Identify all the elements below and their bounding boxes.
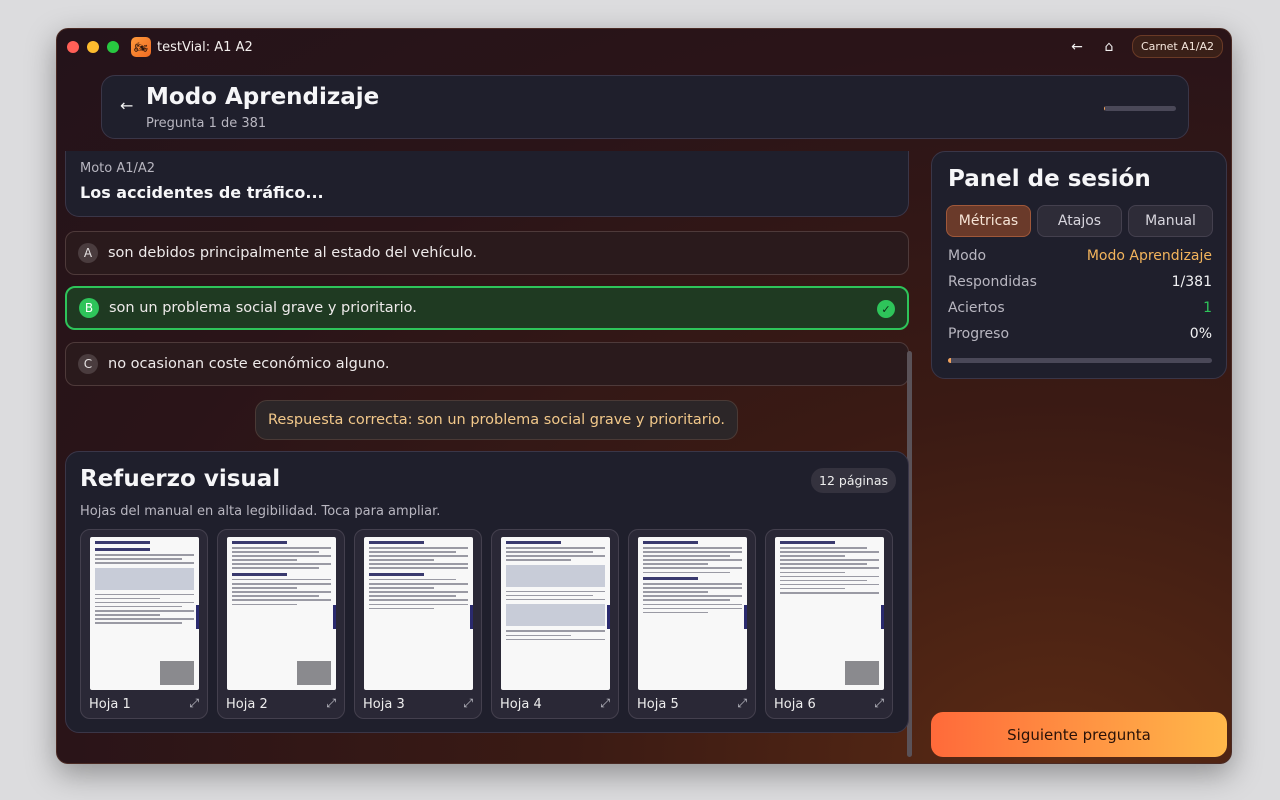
visual-title: Refuerzo visual — [80, 466, 281, 492]
answer-feedback: Respuesta correcta: son un problema soci… — [255, 400, 738, 440]
manual-sheet-thumb[interactable]: Hoja 2 ⤢ — [217, 529, 345, 719]
back-button[interactable]: ← — [120, 96, 133, 115]
metric-value: 0% — [1189, 326, 1212, 342]
sheet-label: Hoja 1 — [89, 697, 131, 712]
metric-label: Modo — [948, 248, 987, 264]
metric-label: Respondidas — [948, 274, 1037, 290]
home-icon[interactable]: ⌂ — [1100, 39, 1118, 55]
manual-page-preview — [227, 537, 336, 690]
option-text: son debidos principalmente al estado del… — [108, 245, 477, 261]
close-window-button[interactable] — [67, 41, 79, 53]
maximize-window-button[interactable] — [107, 41, 119, 53]
manual-page-preview — [638, 537, 747, 690]
motorcycle-icon: 🏍 — [131, 37, 151, 57]
metric-label: Progreso — [948, 326, 1010, 342]
option-letter: B — [79, 298, 99, 318]
metric-value: Modo Aprendizaje — [1086, 248, 1212, 264]
manual-page-preview — [775, 537, 884, 690]
expand-icon: ⤢ — [463, 696, 473, 710]
titlebar: 🏍 testVial: A1 A2 ← ⌂ Carnet A1/A2 — [57, 29, 1231, 65]
expand-icon: ⤢ — [600, 696, 610, 710]
tab-manual[interactable]: Manual — [1128, 205, 1213, 237]
question-card: Moto A1/A2 Los accidentes de tráfico... — [65, 151, 909, 217]
app-window: 🏍 testVial: A1 A2 ← ⌂ Carnet A1/A2 ← Mod… — [56, 28, 1232, 764]
expand-icon: ⤢ — [737, 696, 747, 710]
sheet-label: Hoja 6 — [774, 697, 816, 712]
answer-option-a[interactable]: A son debidos principalmente al estado d… — [65, 231, 909, 275]
session-progress-fill — [948, 358, 951, 363]
manual-page-preview — [364, 537, 473, 690]
header-progress-fill — [1104, 106, 1105, 111]
panel-title: Panel de sesión — [948, 166, 1151, 192]
tab-atajos[interactable]: Atajos — [1037, 205, 1122, 237]
session-progress-bar — [948, 358, 1212, 363]
tab-metricas[interactable]: Métricas — [946, 205, 1031, 237]
manual-sheet-thumb[interactable]: Hoja 5 ⤢ — [628, 529, 756, 719]
metric-value: 1 — [1203, 300, 1212, 316]
manual-page-preview — [90, 537, 199, 690]
carnet-badge[interactable]: Carnet A1/A2 — [1131, 35, 1223, 58]
answer-option-b[interactable]: B son un problema social grave y priorit… — [65, 286, 909, 330]
answer-option-c[interactable]: C no ocasionan coste económico alguno. — [65, 342, 909, 386]
visual-subtitle: Hojas del manual en alta legibilidad. To… — [80, 504, 441, 519]
metric-progreso: Progreso 0% — [948, 326, 1212, 342]
metric-value: 1/381 — [1171, 274, 1212, 290]
metric-aciertos: Aciertos 1 — [948, 300, 1212, 316]
option-letter: A — [78, 243, 98, 263]
option-text: son un problema social grave y prioritar… — [109, 300, 417, 316]
question-category: Moto A1/A2 — [80, 161, 156, 176]
sheet-label: Hoja 5 — [637, 697, 679, 712]
page-title: Modo Aprendizaje — [146, 84, 380, 110]
window-controls — [67, 41, 119, 53]
manual-sheet-thumb[interactable]: Hoja 6 ⤢ — [765, 529, 893, 719]
manual-sheet-thumb[interactable]: Hoja 3 ⤢ — [354, 529, 482, 719]
metric-modo: Modo Modo Aprendizaje — [948, 248, 1212, 264]
expand-icon: ⤢ — [874, 696, 884, 710]
expand-icon: ⤢ — [326, 696, 336, 710]
manual-sheet-thumb[interactable]: Hoja 4 ⤢ — [491, 529, 619, 719]
expand-icon: ⤢ — [189, 696, 199, 710]
arrow-left-icon[interactable]: ← — [1068, 39, 1086, 55]
next-question-button[interactable]: Siguiente pregunta — [931, 712, 1227, 757]
sheet-label: Hoja 3 — [363, 697, 405, 712]
manual-sheets-list: Hoja 1 ⤢ Hoja 2 ⤢ Hoja 3 ⤢ Hoja 4 ⤢ Hoja… — [80, 529, 893, 719]
visual-reinforcement-card: Refuerzo visual Hojas del manual en alta… — [65, 451, 909, 733]
question-text: Los accidentes de tráfico... — [80, 183, 324, 202]
minimize-window-button[interactable] — [87, 41, 99, 53]
pages-count-badge: 12 páginas — [811, 468, 896, 493]
sheet-label: Hoja 4 — [500, 697, 542, 712]
metric-respondidas: Respondidas 1/381 — [948, 274, 1212, 290]
manual-page-preview — [501, 537, 610, 690]
question-counter: Pregunta 1 de 381 — [146, 116, 267, 131]
check-icon: ✓ — [877, 300, 895, 318]
metric-label: Aciertos — [948, 300, 1005, 316]
option-letter: C — [78, 354, 98, 374]
mode-header: ← Modo Aprendizaje Pregunta 1 de 381 — [101, 75, 1189, 139]
app-title: testVial: A1 A2 — [157, 39, 253, 55]
sheet-label: Hoja 2 — [226, 697, 268, 712]
session-panel: Panel de sesión Métricas Atajos Manual M… — [931, 151, 1227, 379]
panel-tabs: Métricas Atajos Manual — [946, 205, 1213, 237]
header-progress-bar — [1104, 106, 1176, 111]
option-text: no ocasionan coste económico alguno. — [108, 356, 390, 372]
manual-sheet-thumb[interactable]: Hoja 1 ⤢ — [80, 529, 208, 719]
